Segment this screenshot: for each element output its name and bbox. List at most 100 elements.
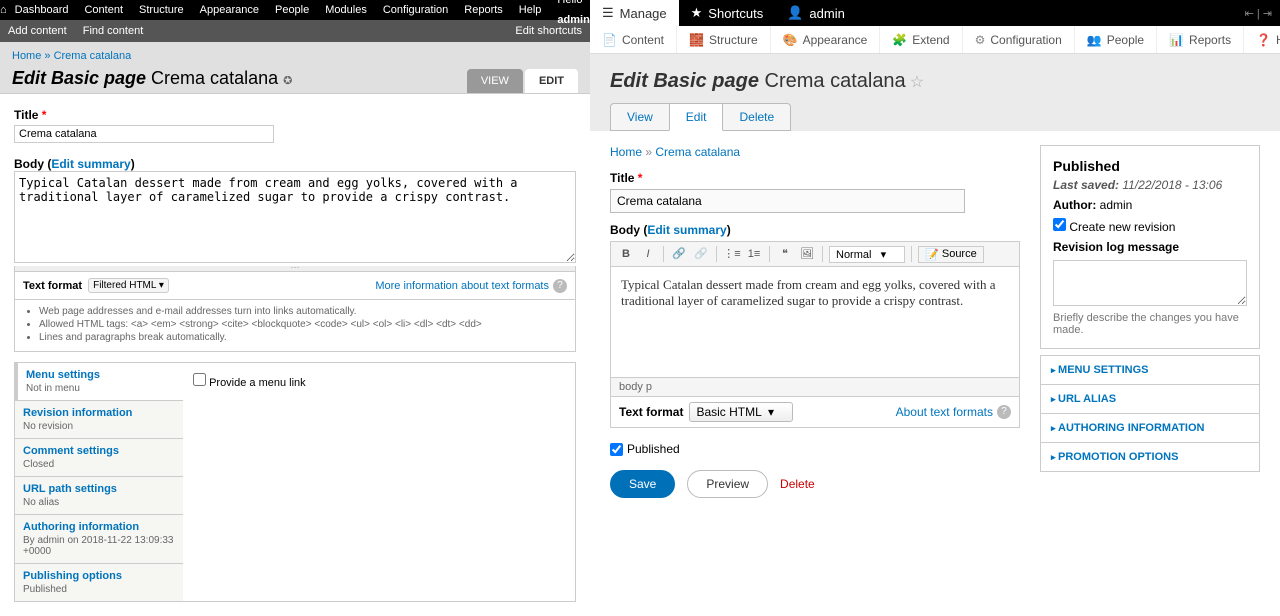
menu-link-checkbox[interactable] xyxy=(193,373,206,386)
ckeditor: B I 🔗 🔗 ⋮≡ 1≡ ❝ 🖼 Normal ▾ 📝Source xyxy=(610,241,1020,397)
blockquote-icon[interactable]: ❝ xyxy=(776,245,794,263)
ck-elements-path: body p xyxy=(611,377,1019,396)
user-toggle[interactable]: 👤admin xyxy=(775,0,857,26)
tab-view[interactable]: View xyxy=(610,103,670,131)
manage-toggle[interactable]: ☰Manage xyxy=(590,0,679,26)
page-header: Edit Basic page Crema catalana☆ View Edi… xyxy=(590,54,1280,131)
crumb-current[interactable]: Crema catalana xyxy=(54,50,132,62)
vtab-menu-settings[interactable]: Menu settingsNot in menu xyxy=(15,363,183,401)
revision-log-textarea[interactable] xyxy=(1053,260,1247,306)
about-formats-link[interactable]: About text formats xyxy=(896,405,993,419)
italic-icon[interactable]: I xyxy=(639,245,657,263)
source-icon: 📝 xyxy=(925,248,939,261)
text-format-info-link[interactable]: More information about text formats xyxy=(375,280,549,292)
preview-button[interactable]: Preview xyxy=(687,470,768,498)
body-textarea[interactable]: Typical Catalan dessert made from cream … xyxy=(14,171,576,263)
shortcuts-toggle[interactable]: ★Shortcuts xyxy=(679,0,776,26)
content-icon: 📄 xyxy=(602,33,617,47)
tab-edit[interactable]: Edit xyxy=(669,103,724,131)
crumb-current[interactable]: Crema catalana xyxy=(655,145,740,159)
edit-summary-link[interactable]: Edit summary xyxy=(647,223,726,237)
sidebar: Published Last saved: 11/22/2018 - 13:06… xyxy=(1040,145,1260,498)
topmenu-item[interactable]: Configuration xyxy=(375,0,456,20)
crumb-home[interactable]: Home xyxy=(610,145,642,159)
published-checkbox[interactable] xyxy=(610,443,623,456)
hamburger-icon: ☰ xyxy=(602,5,614,21)
topmenu-item[interactable]: Content xyxy=(76,0,131,20)
vertical-tabs: Menu settingsNot in menu Revision inform… xyxy=(14,362,576,602)
admin-configuration[interactable]: ⚙Configuration xyxy=(963,26,1075,53)
topmenu-item[interactable]: Structure xyxy=(131,0,192,20)
acc-url-alias[interactable]: URL ALIAS xyxy=(1041,384,1259,413)
tab-edit[interactable]: EDIT xyxy=(525,69,578,93)
tip-item: Allowed HTML tags: <a> <em> <strong> <ci… xyxy=(39,319,563,330)
star-icon: ★ xyxy=(691,5,703,21)
orientation-toggle-icon[interactable]: ⇤ | ⇥ xyxy=(1237,7,1280,20)
admin-menu: 📄Content 🧱Structure 🎨Appearance 🧩Extend … xyxy=(590,26,1280,54)
published-heading: Published xyxy=(1053,158,1247,174)
text-format-select[interactable]: Basic HTML ▾ xyxy=(689,402,793,422)
vtab-revision[interactable]: Revision informationNo revision xyxy=(15,401,183,439)
drupal8-panel: ☰Manage ★Shortcuts 👤admin ⇤ | ⇥ 📄Content… xyxy=(590,0,1280,616)
body-editor[interactable]: Typical Catalan dessert made from cream … xyxy=(611,267,1019,377)
topmenu-item[interactable]: People xyxy=(267,0,317,20)
star-outline-icon[interactable]: ☆ xyxy=(910,74,924,91)
vtab-comment[interactable]: Comment settingsClosed xyxy=(15,439,183,477)
tab-view[interactable]: VIEW xyxy=(467,69,523,93)
topmenu-item[interactable]: Modules xyxy=(317,0,375,20)
extend-icon: 🧩 xyxy=(892,33,907,47)
title-input[interactable] xyxy=(610,189,965,213)
admin-appearance[interactable]: 🎨Appearance xyxy=(771,26,881,53)
find-content-link[interactable]: Find content xyxy=(75,20,152,42)
topmenu-item[interactable]: Help xyxy=(511,0,550,20)
image-icon[interactable]: 🖼 xyxy=(798,245,816,263)
user-icon: 👤 xyxy=(787,5,803,21)
acc-menu-settings[interactable]: MENU SETTINGS xyxy=(1041,355,1259,384)
crumb-home[interactable]: Home xyxy=(12,50,41,62)
structure-icon: 🧱 xyxy=(689,33,704,47)
page-title: Edit Basic page Crema catalana ✪ xyxy=(12,68,292,89)
published-label: Published xyxy=(627,442,680,456)
unlink-icon[interactable]: 🔗 xyxy=(692,245,710,263)
text-format-select[interactable]: Filtered HTML ▾ xyxy=(88,278,169,293)
topmenu-item[interactable]: Dashboard xyxy=(7,0,77,20)
delete-link[interactable]: Delete xyxy=(780,477,815,491)
edit-summary-link[interactable]: Edit summary xyxy=(51,157,130,171)
title-label: Title * xyxy=(14,108,576,122)
create-revision-checkbox[interactable] xyxy=(1053,218,1066,231)
title-input[interactable] xyxy=(14,125,274,143)
vtab-authoring[interactable]: Authoring informationBy admin on 2018-11… xyxy=(15,515,183,564)
appearance-icon: 🎨 xyxy=(783,33,798,47)
star-icon[interactable]: ✪ xyxy=(283,75,292,87)
admin-structure[interactable]: 🧱Structure xyxy=(677,26,771,53)
people-icon: 👥 xyxy=(1087,33,1102,47)
link-icon[interactable]: 🔗 xyxy=(670,245,688,263)
tab-delete[interactable]: Delete xyxy=(722,103,791,131)
admin-help[interactable]: ❓Help xyxy=(1244,26,1280,53)
topmenu-item[interactable]: Appearance xyxy=(192,0,267,20)
topmenu-item[interactable]: Reports xyxy=(456,0,511,20)
edit-shortcuts-link[interactable]: Edit shortcuts xyxy=(507,20,590,42)
add-content-link[interactable]: Add content xyxy=(0,20,75,42)
acc-authoring[interactable]: AUTHORING INFORMATION xyxy=(1041,413,1259,442)
admin-people[interactable]: 👥People xyxy=(1075,26,1157,53)
numbered-list-icon[interactable]: 1≡ xyxy=(745,245,763,263)
admin-extend[interactable]: 🧩Extend xyxy=(880,26,962,53)
edit-form: Title * Body (Edit summary) Typical Cata… xyxy=(0,94,590,616)
help-icon[interactable]: ? xyxy=(553,279,567,293)
bold-icon[interactable]: B xyxy=(617,245,635,263)
publish-box: Published Last saved: 11/22/2018 - 13:06… xyxy=(1040,145,1260,349)
help-icon[interactable]: ? xyxy=(997,405,1011,419)
source-button[interactable]: 📝Source xyxy=(918,246,984,263)
vtab-urlpath[interactable]: URL path settingsNo alias xyxy=(15,477,183,515)
home-icon[interactable]: ⌂ xyxy=(0,4,7,16)
admin-content[interactable]: 📄Content xyxy=(590,26,677,53)
style-select[interactable]: Normal ▾ xyxy=(829,246,905,263)
vtab-publishing[interactable]: Publishing optionsPublished xyxy=(15,564,183,601)
bulleted-list-icon[interactable]: ⋮≡ xyxy=(723,245,741,263)
acc-promotion[interactable]: PROMOTION OPTIONS xyxy=(1041,442,1259,471)
breadcrumb: Home » Crema catalana xyxy=(610,145,1020,159)
edit-form: Home » Crema catalana Title * Body (Edit… xyxy=(610,145,1020,498)
save-button[interactable]: Save xyxy=(610,470,675,498)
admin-reports[interactable]: 📊Reports xyxy=(1157,26,1244,53)
